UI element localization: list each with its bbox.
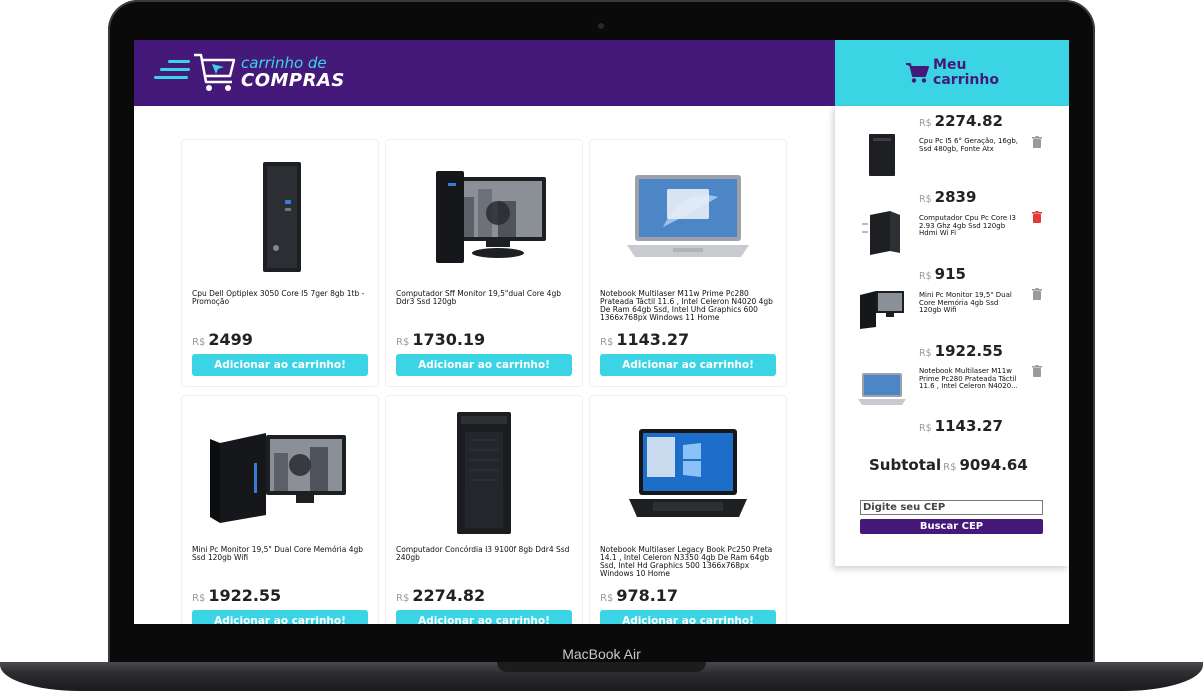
cart-item-price: R$ 1922.55 [919,342,1003,360]
add-to-cart-button[interactable]: Adicionar ao carrinho! [192,610,368,624]
product-image [192,408,368,538]
product-price: R$ 978.17 [600,586,679,605]
product-price: R$ 1143.27 [600,330,690,349]
cep-input[interactable] [860,500,1043,515]
product-card: Mini Pc Monitor 19,5" Dual Core Memória … [181,395,379,624]
product-image [600,152,776,282]
cart-item: R$ 2839 Computador Cpu Pc Core I3 2.93 Gh… [835,183,1069,259]
add-to-cart-button[interactable]: Adicionar ao carrinho! [192,354,368,376]
device-label: MacBook Air [562,646,641,662]
logo[interactable]: carrinho de COMPRAS [154,50,344,98]
cart-item: R$ 1922.55 Notebook Multilaser M11w Prime… [835,336,1069,412]
cart-item-image [857,286,907,332]
product-card: Notebook Multilaser Legacy Book Pc250 Pr… [589,395,787,624]
cart-item-price: R$ 2839 [919,188,977,206]
product-card: Computador Sff Monitor 19,5"dual Core 4g… [385,139,583,387]
app-screen: carrinho de COMPRAS Meu carrinho Cpu Del… [134,40,1069,624]
product-card: Notebook Multilaser M11w Prime Pc280 Pra… [589,139,787,387]
cart-panel: R$ 2274.82 Cpu Pc I5 6° Geração, 16gb, Ss… [835,106,1069,566]
cart-item-price: R$ 915 [919,265,966,283]
cart-item-price: R$ 1143.27 [919,417,1003,435]
logo-text-top: carrinho de [241,54,327,72]
product-name: Notebook Multilaser M11w Prime Pc280 Pra… [600,289,773,322]
cart-item-image [857,209,907,255]
product-name: Cpu Dell Optiplex 3050 Core I5 7ger 8gb … [192,289,365,306]
logo-cart-icon [194,53,236,91]
cart-item-name: Notebook Multilaser M11w Prime Pc280 Pra… [919,367,1018,390]
product-price: R$ 1922.55 [192,586,282,605]
product-image [600,408,776,538]
product-image [396,152,572,282]
cart-item-image [857,132,907,178]
cart-item-name: Computador Cpu Pc Core I3 2.93 Ghz 4gb S… [919,214,1016,237]
product-price: R$ 2274.82 [396,586,486,605]
trash-icon[interactable] [1032,365,1042,377]
cart-item: R$ 2274.82 Cpu Pc I5 6° Geração, 16gb, Ss… [835,106,1069,182]
cart-item-name: Cpu Pc I5 6° Geração, 16gb, Ssd 480gb, F… [919,137,1018,153]
product-card: Cpu Dell Optiplex 3050 Core I5 7ger 8gb … [181,139,379,387]
cart-item-image [857,366,907,412]
product-name: Mini Pc Monitor 19,5" Dual Core Memória … [192,545,363,562]
product-price: R$ 1730.19 [396,330,486,349]
camera-icon [598,23,604,29]
trash-icon[interactable] [1032,136,1042,148]
cart-item-name: Mini Pc Monitor 19,5" Dual Core Memória … [919,291,1012,314]
cart-title: Meu carrinho [933,57,999,88]
cart-icon [906,63,930,83]
product-name: Computador Sff Monitor 19,5"dual Core 4g… [396,289,561,306]
product-price: R$ 2499 [192,330,253,349]
cart-header[interactable]: Meu carrinho [835,40,1069,106]
product-image [396,408,572,538]
trash-icon[interactable] [1032,288,1042,300]
product-image [192,152,368,282]
subtotal: Subtotal R$ 9094.64 [869,456,1028,474]
add-to-cart-button[interactable]: Adicionar ao carrinho! [600,610,776,624]
cart-item-price: R$ 2274.82 [919,112,1003,130]
product-name: Notebook Multilaser Legacy Book Pc250 Pr… [600,545,773,578]
search-cep-button[interactable]: Buscar CEP [860,519,1043,534]
laptop-base-notch [497,662,706,672]
app-header: carrinho de COMPRAS [134,40,835,106]
add-to-cart-button[interactable]: Adicionar ao carrinho! [396,354,572,376]
product-card: Computador Concórdia I3 9100f 8gb Ddr4 S… [385,395,583,624]
add-to-cart-button[interactable]: Adicionar ao carrinho! [396,610,572,624]
logo-text-bottom: COMPRAS [241,70,345,91]
product-name: Computador Concórdia I3 9100f 8gb Ddr4 S… [396,545,570,562]
trash-icon[interactable] [1032,211,1042,223]
cart-item: R$ 915 Mini Pc Monitor 19,5" Dual Core Me… [835,260,1069,336]
add-to-cart-button[interactable]: Adicionar ao carrinho! [600,354,776,376]
